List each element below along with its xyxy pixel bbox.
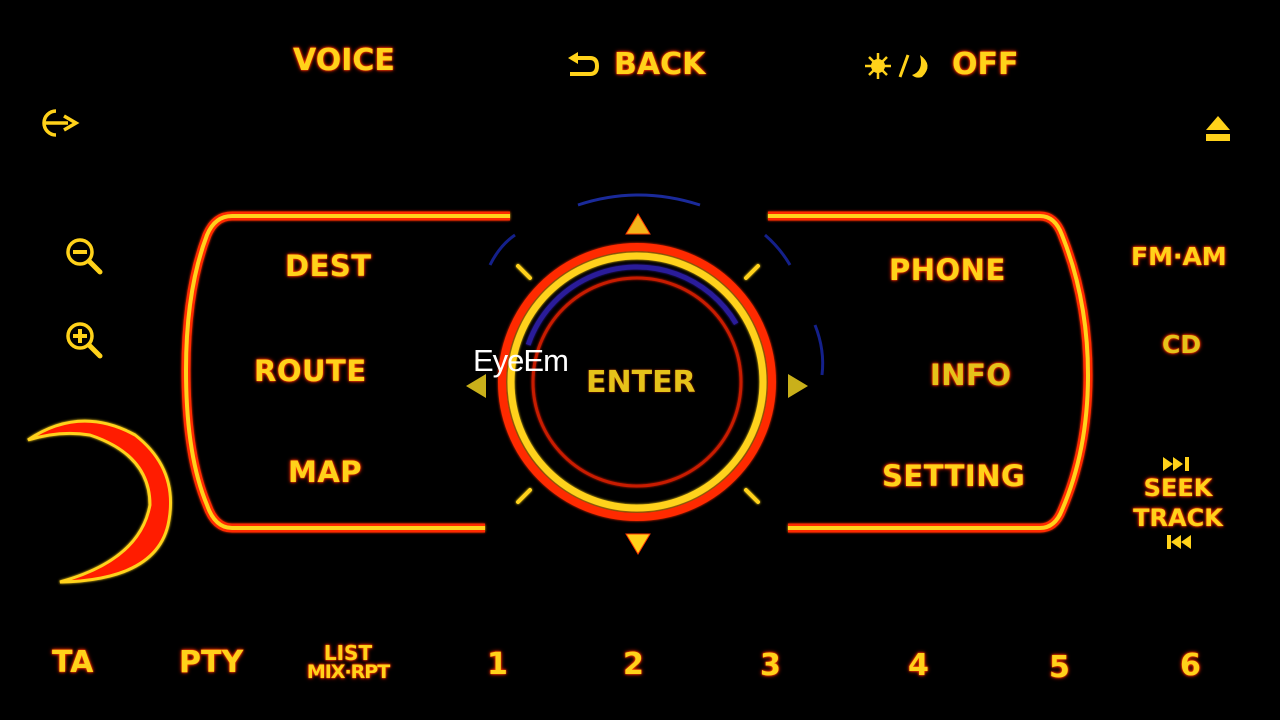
return-arrow-icon (568, 51, 600, 76)
preset-6-label: 6 (1180, 648, 1201, 683)
watermark: EyeEm (473, 343, 569, 378)
volume-knob[interactable] (28, 420, 178, 585)
seek-track-button[interactable]: SEEK TRACK (1132, 455, 1224, 551)
blue-arc-right (764, 233, 792, 266)
preset-2-label: 2 (623, 647, 644, 682)
phone-button[interactable]: PHONE (889, 256, 1006, 285)
arrow-right-icon[interactable] (786, 372, 810, 400)
info-button[interactable]: INFO (930, 361, 1012, 390)
enter-button[interactable]: ENTER (586, 368, 696, 398)
skip-forward-icon (1163, 457, 1189, 471)
arrow-down-icon[interactable] (624, 532, 652, 556)
preset-6-button[interactable]: 6 (1180, 651, 1201, 681)
phone-label: PHONE (889, 253, 1006, 287)
dest-button[interactable]: DEST (285, 252, 372, 281)
display-off-label: OFF (952, 47, 1019, 82)
source-power-icon[interactable] (34, 106, 82, 140)
preset-1-button[interactable]: 1 (487, 650, 508, 680)
sun-moon-icon (865, 52, 928, 79)
list-mix-rpt-button[interactable]: LIST MIX·RPT (305, 643, 391, 683)
zoom-out-icon[interactable] (62, 234, 108, 280)
setting-button[interactable]: SETTING (882, 462, 1025, 491)
seek-label: SEEK (1143, 474, 1213, 502)
preset-1-label: 1 (487, 647, 508, 682)
cd-label: CD (1162, 330, 1202, 359)
dest-label: DEST (285, 249, 372, 283)
ta-button[interactable]: TA (52, 648, 93, 678)
ta-label: TA (52, 645, 94, 680)
back-button[interactable]: BACK (566, 50, 705, 80)
blue-arc-left (488, 233, 516, 266)
preset-5-label: 5 (1049, 650, 1070, 685)
setting-label: SETTING (882, 459, 1026, 493)
preset-4-button[interactable]: 4 (908, 651, 929, 681)
voice-button[interactable]: VOICE (293, 46, 395, 76)
eject-icon[interactable] (1204, 114, 1232, 144)
pty-button[interactable]: PTY (179, 648, 243, 678)
route-label: ROUTE (254, 354, 367, 388)
blue-arc-top (577, 193, 701, 207)
cd-button[interactable]: CD (1162, 332, 1201, 357)
route-button[interactable]: ROUTE (254, 357, 367, 386)
fm-am-label: FM·AM (1131, 242, 1227, 271)
preset-3-button[interactable]: 3 (760, 651, 781, 681)
voice-label: VOICE (293, 43, 395, 78)
pty-label: PTY (179, 645, 244, 680)
preset-5-button[interactable]: 5 (1049, 653, 1070, 683)
arrow-up-icon[interactable] (624, 212, 652, 236)
skip-back-icon (1167, 535, 1191, 549)
panel-graphics (27, 193, 1093, 584)
mix-rpt-label: MIX·RPT (306, 661, 390, 683)
fm-am-button[interactable]: FM·AM (1131, 244, 1227, 269)
zoom-in-icon[interactable] (62, 318, 108, 364)
back-label: BACK (614, 47, 706, 82)
map-button[interactable]: MAP (288, 458, 362, 487)
display-off-button[interactable]: OFF (864, 50, 1019, 81)
map-label: MAP (288, 455, 363, 489)
preset-2-button[interactable]: 2 (623, 650, 644, 680)
preset-4-label: 4 (908, 648, 929, 683)
preset-3-label: 3 (760, 648, 781, 683)
enter-label: ENTER (586, 365, 696, 400)
info-label: INFO (930, 358, 1012, 392)
track-label: TRACK (1133, 504, 1223, 532)
